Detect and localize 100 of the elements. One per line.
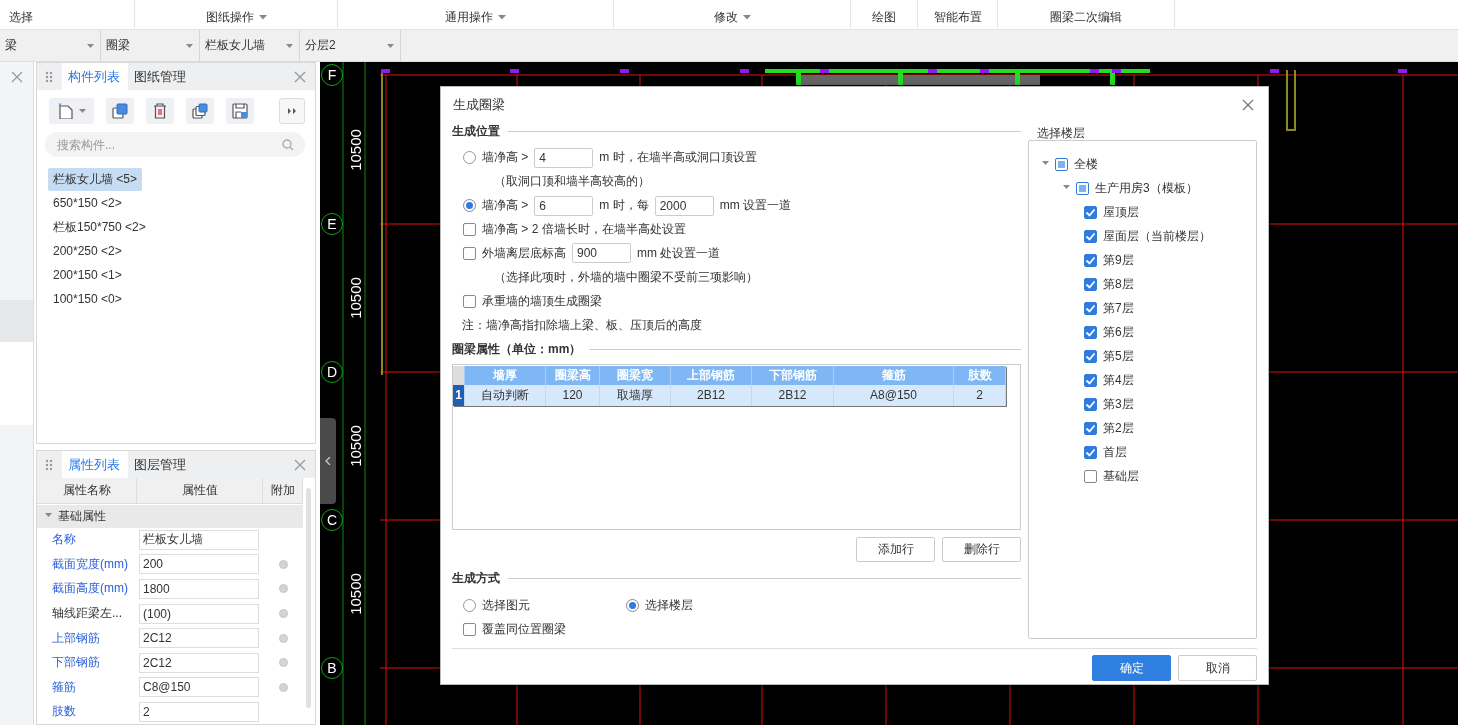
checkbox[interactable] <box>1084 205 1097 219</box>
checkbox[interactable] <box>463 622 476 636</box>
radio-button[interactable] <box>626 598 639 612</box>
ribbon-group[interactable]: 选择 <box>0 0 135 28</box>
search-field[interactable]: 搜索构件... <box>45 132 305 157</box>
option-dot[interactable] <box>278 559 288 569</box>
dropdown[interactable]: 梁 <box>0 30 101 61</box>
option-dot[interactable] <box>278 584 288 594</box>
save-button[interactable] <box>226 98 254 124</box>
property-value-field[interactable]: 1800 <box>139 578 259 599</box>
list-item[interactable]: 200*150 <1> <box>48 265 127 285</box>
property-value-field[interactable]: 栏板女儿墙 <box>139 529 259 550</box>
checkbox[interactable] <box>1055 157 1068 171</box>
dropdown[interactable]: 圈梁 <box>101 30 200 61</box>
checkbox[interactable] <box>1084 445 1097 459</box>
copy-button[interactable] <box>106 98 134 124</box>
checkbox[interactable] <box>1084 397 1097 411</box>
ok-button[interactable]: 确定 <box>1092 655 1171 681</box>
option-dot[interactable] <box>278 609 288 618</box>
option-dot[interactable] <box>278 682 288 692</box>
property-value-field[interactable]: 2C12 <box>139 628 259 649</box>
cancel-button[interactable]: 取消 <box>1178 655 1257 681</box>
checkbox[interactable] <box>1084 229 1097 243</box>
number-field[interactable]: 2000 <box>654 195 714 216</box>
tree-label[interactable]: 第5层 <box>1103 347 1134 365</box>
ribbon-group[interactable]: 圈梁二次编辑 <box>998 0 1175 28</box>
radio-button[interactable] <box>463 199 476 213</box>
property-value-field[interactable]: 2C12 <box>139 652 259 673</box>
expand-arrow-icon[interactable] <box>1042 160 1049 168</box>
more-button[interactable] <box>279 98 305 124</box>
list-item[interactable]: 栏板150*750 <2> <box>48 215 151 239</box>
checkbox[interactable] <box>1084 469 1097 483</box>
tree-label[interactable]: 生产用房3（模板） <box>1095 179 1198 197</box>
tree-label[interactable]: 屋顶层 <box>1103 203 1139 221</box>
property-value-field[interactable]: (100) <box>139 603 259 624</box>
table-button[interactable]: 添加行 <box>856 537 935 563</box>
tree-label[interactable]: 第6层 <box>1103 323 1134 341</box>
close-icon[interactable] <box>1242 99 1254 111</box>
checkbox[interactable] <box>1084 421 1097 435</box>
note-text: （选择此项时，外墙的墙中圈梁不受前三项影响） <box>494 268 758 286</box>
list-item[interactable]: 650*150 <2> <box>48 193 127 213</box>
dropdown[interactable]: 栏板女儿墙 <box>200 30 300 61</box>
panel-tab[interactable]: 图层管理 <box>128 451 194 478</box>
option-dot[interactable] <box>278 633 288 643</box>
list-item[interactable]: 栏板女儿墙 <5> <box>48 167 143 191</box>
group-row[interactable]: 基础属性 <box>37 505 303 528</box>
ribbon-group[interactable]: 图纸操作 <box>135 0 338 28</box>
number-field[interactable]: 900 <box>572 243 631 264</box>
property-value-field[interactable]: C8@150 <box>139 677 259 698</box>
checkbox[interactable] <box>1084 373 1097 387</box>
new-button[interactable] <box>49 98 94 124</box>
collapse-handle[interactable] <box>320 418 336 504</box>
tree-label[interactable]: 基础层 <box>1103 467 1139 485</box>
section-title: 圈梁属性（单位：mm） <box>452 340 582 358</box>
dropdown[interactable]: 分层2 <box>300 30 401 61</box>
close-icon[interactable] <box>294 459 306 471</box>
ribbon-group[interactable]: 绘图 <box>851 0 918 28</box>
close-icon[interactable] <box>10 71 23 83</box>
checkbox[interactable] <box>463 223 476 237</box>
checkbox[interactable] <box>1084 253 1097 267</box>
table-button[interactable]: 删除行 <box>942 537 1021 563</box>
number-field[interactable]: 4 <box>534 147 594 168</box>
checkbox[interactable] <box>1084 277 1097 291</box>
checkbox[interactable] <box>1076 181 1089 195</box>
checkbox[interactable] <box>1084 349 1097 363</box>
tree-label[interactable]: 第8层 <box>1103 275 1134 293</box>
ribbon-group[interactable]: 通用操作 <box>338 0 614 28</box>
panel-tab[interactable]: 属性列表 <box>62 451 128 478</box>
tree-label[interactable]: 屋面层（当前楼层） <box>1103 227 1211 245</box>
panel-tab[interactable]: 构件列表 <box>62 63 128 90</box>
tree-label[interactable]: 第9层 <box>1103 251 1134 269</box>
checkbox[interactable] <box>1084 325 1097 339</box>
layer-copy-button[interactable] <box>186 98 214 124</box>
checkbox[interactable] <box>463 246 476 260</box>
row-header[interactable]: 1 <box>453 384 465 406</box>
tree-label[interactable]: 全楼 <box>1074 155 1098 173</box>
checkbox[interactable] <box>1084 301 1097 315</box>
tree-label[interactable]: 第3层 <box>1103 395 1134 413</box>
tree-label[interactable]: 首层 <box>1103 443 1127 461</box>
expand-arrow-icon[interactable] <box>1063 184 1070 192</box>
close-icon[interactable] <box>294 71 306 83</box>
number-field[interactable]: 6 <box>534 195 594 216</box>
panel-tab[interactable]: 图纸管理 <box>128 63 194 90</box>
checkbox[interactable] <box>463 294 476 308</box>
group-label: 智能布置 <box>933 8 982 26</box>
option-dot[interactable] <box>278 658 288 668</box>
tree-label[interactable]: 第4层 <box>1103 371 1134 389</box>
tree-label[interactable]: 第2层 <box>1103 419 1134 437</box>
radio-button[interactable] <box>463 598 476 612</box>
list-item[interactable]: 100*150 <0> <box>48 289 127 309</box>
ribbon-group[interactable]: 修改 <box>614 0 851 28</box>
ribbon-group[interactable]: 智能布置 <box>918 0 998 28</box>
option-label: 承重墙的墙顶生成圈梁 <box>482 292 602 310</box>
delete-button[interactable] <box>146 98 174 124</box>
list-item[interactable]: 200*250 <2> <box>48 241 127 261</box>
property-value-field[interactable]: 2 <box>139 701 259 722</box>
property-value-field[interactable]: 200 <box>139 554 259 575</box>
tree-label[interactable]: 第7层 <box>1103 299 1134 317</box>
radio-button[interactable] <box>463 151 476 165</box>
section-title: 生成方式 <box>452 569 500 587</box>
